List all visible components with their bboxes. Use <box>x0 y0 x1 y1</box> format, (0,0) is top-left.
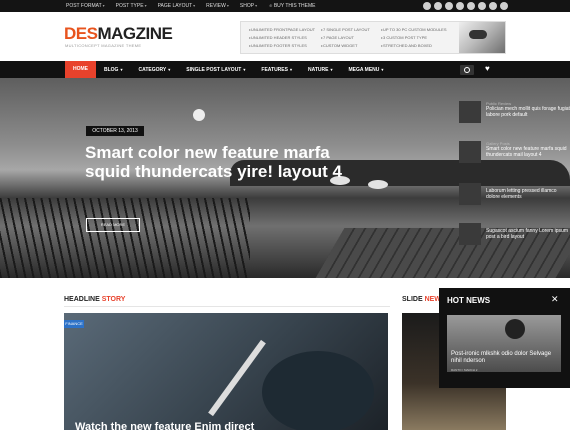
hot-news-title: HOT NEWS <box>447 296 491 305</box>
nav-item-single-post-layout[interactable]: SINGLE POST LAYOUT ▾ <box>178 61 253 78</box>
nav-item-home[interactable]: HOME <box>65 61 96 78</box>
top-menu-post-format[interactable]: POST FORMAT▾ <box>66 0 105 12</box>
hero-slider[interactable]: OCTOBER 13, 2013 Smart color new feature… <box>0 78 570 278</box>
side-list-item[interactable]: Laborum letting pressed illamco dolore e… <box>456 182 570 212</box>
image-cane <box>208 339 266 417</box>
image-person <box>505 319 525 339</box>
top-menu-post-type[interactable]: POST TYPE▾ <box>116 0 147 12</box>
chevron-down-icon: ▾ <box>243 67 246 72</box>
heart-icon[interactable]: ♥ <box>485 64 490 74</box>
chevron-down-icon: ▾ <box>193 3 196 8</box>
side-list-thumb <box>459 141 481 163</box>
close-icon[interactable]: ✕ <box>551 294 559 305</box>
top-bar: POST FORMAT▾ POST TYPE▾ PAGE LAYOUT▾ REV… <box>0 0 570 12</box>
headline-post-title[interactable]: Watch the new feature Enim direct <box>75 421 385 430</box>
chevron-down-icon: ▾ <box>168 67 171 72</box>
ad-photo <box>459 22 505 53</box>
nav-item-category[interactable]: CATEGORY ▾ <box>130 61 178 78</box>
cart-icon: ⊕ <box>269 3 273 8</box>
main-nav-items: HOME BLOG ▾ CATEGORY ▾ SINGLE POST LAYOUT ▾… <box>65 61 391 78</box>
chevron-down-icon: ▾ <box>102 3 105 8</box>
hero-title[interactable]: Smart color new feature marfa squid thun… <box>85 143 345 181</box>
side-list-thumb <box>459 223 481 245</box>
category-tag-finance[interactable]: FINANCE <box>64 320 84 328</box>
skype-icon[interactable] <box>445 2 453 10</box>
chevron-down-icon: ▾ <box>289 67 292 72</box>
google-plus-icon[interactable] <box>423 2 431 10</box>
top-menu-review[interactable]: REVIEW▾ <box>206 0 229 12</box>
ad-column-1: UNLIMITED FRONTPAGE LAYOUT UNLIMITED HEA… <box>249 26 315 50</box>
side-list-thumb <box>459 101 481 123</box>
side-list-item[interactable]: Sugascot ascium fanny Lorem ipsum post a… <box>456 222 570 252</box>
chevron-down-icon: ▾ <box>120 67 123 72</box>
hero-side-list: Public Review Polician mech mollit quis … <box>456 100 570 260</box>
side-list-item[interactable]: Public Review Polician mech mollit quis … <box>456 100 570 130</box>
hot-news-meta: RANTO / MARCH 2 <box>451 368 478 372</box>
read-more-button[interactable]: READ MORE <box>86 218 140 232</box>
twitter-icon[interactable] <box>456 2 464 10</box>
ad-column-3: UP TO 30 PC CUSTOM MODULES 3 CUSTOM POST… <box>381 26 447 50</box>
top-menu: POST FORMAT▾ POST TYPE▾ PAGE LAYOUT▾ REV… <box>66 0 316 12</box>
top-menu-page-layout[interactable]: PAGE LAYOUT▾ <box>158 0 196 12</box>
header-ad-banner[interactable]: UNLIMITED FRONTPAGE LAYOUT UNLIMITED HEA… <box>240 21 506 54</box>
site-tagline: MULTICONCEPT MAGAZINE THEME <box>65 43 142 48</box>
vimeo-icon[interactable] <box>467 2 475 10</box>
skype-alt-icon[interactable] <box>478 2 486 10</box>
side-list-item[interactable]: Gallery Posts Smart color new feature ma… <box>456 140 570 170</box>
chevron-down-icon: ▾ <box>226 3 229 8</box>
hero-date-badge: OCTOBER 13, 2013 <box>86 126 144 136</box>
section-divider <box>64 306 390 307</box>
ad-column-2: 7 SINGLE POST LAYOUT 7 PAGE LAYOUT CUSTO… <box>321 26 370 50</box>
top-menu-buy-theme[interactable]: ⊕ BUY THIS THEME <box>268 0 315 12</box>
rss-icon[interactable] <box>500 2 508 10</box>
hot-news-popup: HOT NEWS ✕ Post-ironic mlkshk odio dolor… <box>439 288 570 388</box>
top-menu-shop[interactable]: SHOP▾ <box>240 0 257 12</box>
search-icon[interactable] <box>460 65 474 75</box>
nav-item-mega-menu[interactable]: MEGA MENU ▾ <box>340 61 391 78</box>
facebook-icon[interactable] <box>489 2 497 10</box>
chevron-down-icon: ▾ <box>255 3 258 8</box>
hero-swan <box>368 180 388 189</box>
nav-item-nature[interactable]: NATURE ▾ <box>300 61 340 78</box>
dribbble-icon[interactable] <box>434 2 442 10</box>
headline-story-image[interactable] <box>64 313 388 430</box>
main-nav: HOME BLOG ▾ CATEGORY ▾ SINGLE POST LAYOUT ▾… <box>0 61 570 78</box>
chevron-down-icon: ▾ <box>144 3 147 8</box>
headline-story-title: HEADLINE STORY <box>64 296 126 303</box>
hero-sun <box>193 109 205 121</box>
nav-item-blog[interactable]: BLOG ▾ <box>96 61 130 78</box>
site-logo[interactable]: DESMAGZINE <box>64 24 173 44</box>
page: POST FORMAT▾ POST TYPE▾ PAGE LAYOUT▾ REV… <box>0 0 570 430</box>
social-icons <box>423 2 508 10</box>
hot-news-text[interactable]: Post-ironic mlkshk odio dolor Selvage ni… <box>451 351 557 365</box>
chevron-down-icon: ▾ <box>330 67 333 72</box>
side-list-thumb <box>459 183 481 205</box>
image-hat <box>262 351 374 430</box>
chevron-down-icon: ▾ <box>381 67 384 72</box>
nav-item-features[interactable]: FEATURES ▾ <box>253 61 300 78</box>
hero-reeds <box>0 198 250 278</box>
